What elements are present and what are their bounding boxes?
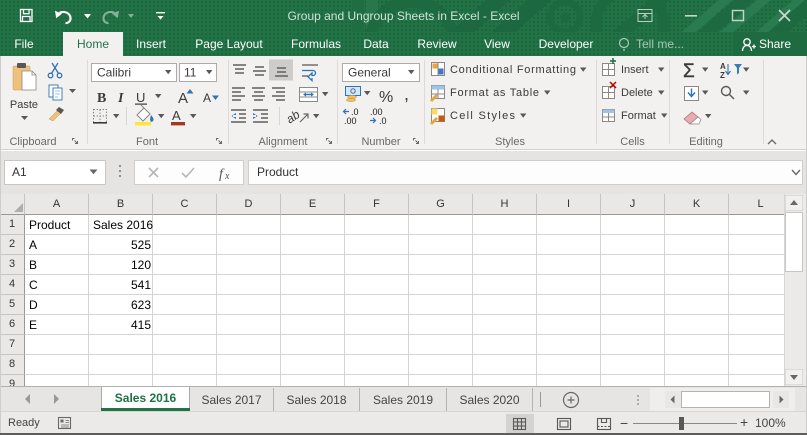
svg-text:x: x — [224, 171, 230, 182]
svg-text:Cell Styles: Cell Styles — [450, 110, 516, 122]
svg-text:Σ: Σ — [683, 61, 695, 82]
svg-text:Delete: Delete — [621, 87, 653, 99]
svg-text:I: I — [117, 91, 124, 106]
svg-text:Insert: Insert — [621, 64, 649, 76]
svg-text:Z: Z — [720, 71, 725, 80]
svg-text:A: A — [172, 108, 181, 123]
svg-text:11: 11 — [184, 66, 197, 80]
svg-text:A: A — [178, 90, 188, 107]
svg-text:B: B — [97, 91, 106, 106]
svg-text:Conditional Formatting: Conditional Formatting — [450, 64, 576, 76]
svg-text:U: U — [136, 90, 145, 105]
svg-text:%: % — [379, 89, 393, 106]
svg-text:Paste: Paste — [10, 99, 38, 111]
svg-text:Calibri: Calibri — [97, 66, 131, 80]
svg-text:Format as Table: Format as Table — [450, 87, 539, 99]
svg-text:A: A — [203, 91, 211, 105]
svg-text:A: A — [720, 62, 726, 71]
svg-text:.0: .0 — [379, 116, 387, 126]
svg-text:.00: .00 — [344, 116, 357, 126]
svg-text:General: General — [348, 66, 391, 80]
svg-text:Format: Format — [621, 110, 656, 122]
svg-text:,: , — [404, 84, 409, 104]
svg-text:ab: ab — [283, 107, 302, 126]
